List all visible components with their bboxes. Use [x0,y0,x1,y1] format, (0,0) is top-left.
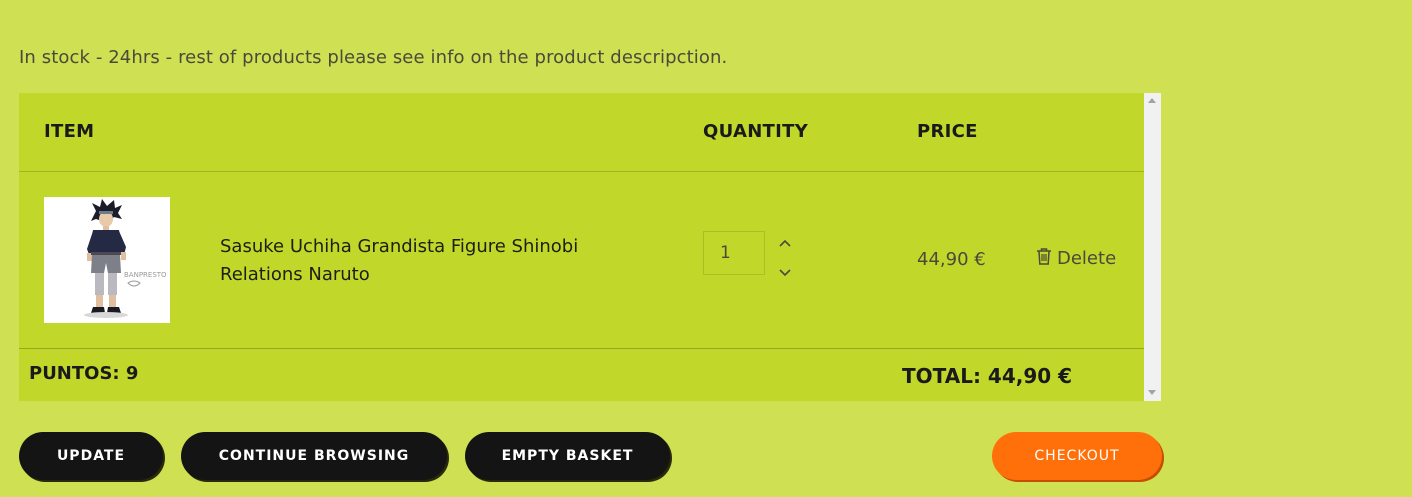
stock-note: In stock - 24hrs - rest of products plea… [19,47,728,68]
basket-page: In stock - 24hrs - rest of products plea… [0,0,1412,497]
scroll-up-icon[interactable] [1148,98,1156,103]
empty-basket-button[interactable]: EMPTY BASKET [465,432,670,480]
chevron-up-icon[interactable] [777,235,793,249]
delete-item-button[interactable]: Delete [1036,247,1116,270]
basket-table: ITEM QUANTITY PRICE BANPRESTO Sasuke Uch… [19,93,1144,401]
delete-label: Delete [1057,248,1117,269]
scroll-down-icon[interactable] [1148,390,1156,395]
points-summary: PUNTOS: 9 [29,363,139,384]
update-button[interactable]: UPDATE [19,432,163,480]
header-divider [19,171,1144,172]
column-header-quantity: QUANTITY [703,121,809,142]
column-header-price: PRICE [917,121,978,142]
continue-browsing-button[interactable]: CONTINUE BROWSING [181,432,447,480]
footer-divider [19,348,1144,349]
line-price: 44,90 € [917,249,986,270]
trash-icon [1036,247,1052,270]
table-scrollbar[interactable] [1144,93,1161,401]
svg-text:BANPRESTO: BANPRESTO [124,271,167,279]
figure-image: BANPRESTO [84,199,167,318]
product-thumbnail[interactable]: BANPRESTO [44,197,170,323]
basket-total: TOTAL: 44,90 € [902,364,1073,388]
chevron-down-icon[interactable] [777,265,793,279]
checkout-button[interactable]: CHECKOUT [992,432,1162,480]
column-header-item: ITEM [44,121,95,142]
product-name-link[interactable]: Sasuke Uchiha Grandista Figure Shinobi R… [220,233,640,289]
quantity-input[interactable] [703,231,765,275]
